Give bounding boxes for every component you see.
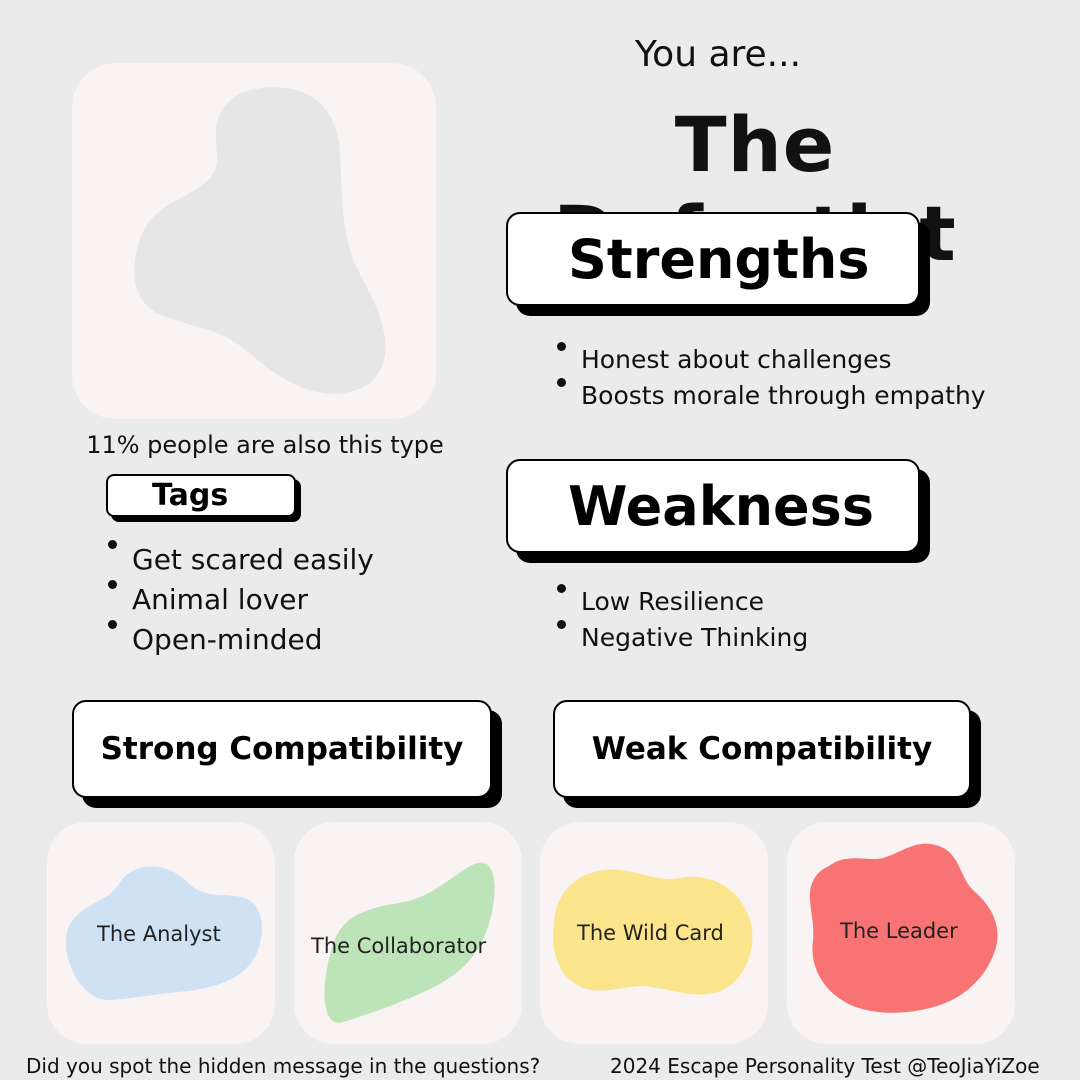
weakness-heading: Weakness (506, 459, 920, 553)
weak-compatibility-heading: Weak Compatibility (553, 700, 971, 798)
strengths-heading-label: Strengths (568, 227, 870, 291)
weakness-heading-label: Weakness (568, 474, 874, 538)
analyst-label: The Analyst (97, 922, 221, 946)
share-percentage-text: 11% people are also this type (86, 431, 444, 459)
strength-item: Boosts morale through empathy (553, 378, 986, 414)
weakness-item: Low Resilience (553, 584, 808, 620)
tag-item: Animal lover (104, 580, 374, 620)
type-card-analyst: The Analyst (47, 822, 275, 1044)
tag-item: Open-minded (104, 620, 374, 660)
tag-item: Get scared easily (104, 540, 374, 580)
strength-item: Honest about challenges (553, 342, 986, 378)
weakness-list: Low Resilience Negative Thinking (553, 584, 808, 656)
tags-list: Get scared easily Animal lover Open-mind… (104, 540, 374, 660)
strengths-heading: Strengths (506, 212, 920, 306)
tags-heading: Tags (106, 474, 296, 517)
strong-compatibility-label: Strong Compatibility (100, 731, 464, 767)
weak-compatibility-label: Weak Compatibility (591, 731, 933, 767)
hidden-message-note: Did you spot the hidden message in the q… (26, 1054, 541, 1078)
wild-card-label: The Wild Card (577, 921, 724, 945)
tags-heading-label: Tags (152, 478, 229, 513)
type-image-card (72, 63, 436, 419)
strong-compatibility-heading: Strong Compatibility (72, 700, 492, 798)
strengths-list: Honest about challenges Boosts morale th… (553, 342, 986, 414)
collaborator-blob-image (324, 862, 495, 1023)
leader-label: The Leader (840, 919, 958, 943)
collaborator-label: The Collaborator (311, 934, 487, 958)
type-card-collaborator: The Collaborator (294, 822, 522, 1044)
type-card-leader: The Leader (787, 822, 1015, 1044)
credits-text: 2024 Escape Personality Test @TeoJiaYiZo… (610, 1054, 1040, 1078)
type-card-wild-card: The Wild Card (540, 822, 768, 1044)
type-blob-image (134, 87, 386, 394)
weakness-item: Negative Thinking (553, 620, 808, 656)
